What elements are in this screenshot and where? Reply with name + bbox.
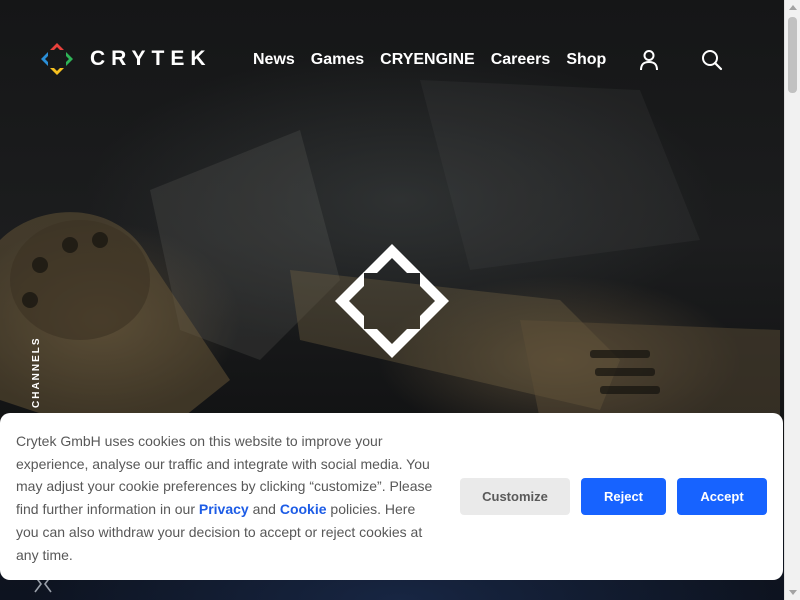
reject-button[interactable]: Reject [581,478,666,515]
privacy-link[interactable]: Privacy [199,501,249,517]
search-icon[interactable] [701,49,723,71]
nav-item-news[interactable]: News [253,50,295,70]
crytek-logo-icon [41,43,73,75]
scrollbar[interactable] [784,0,800,600]
scrollbar-thumb[interactable] [788,17,797,93]
scroll-down-arrow-icon[interactable] [789,590,797,595]
nav-item-careers[interactable]: Careers [491,50,551,70]
nav-item-games[interactable]: Games [311,50,364,70]
cookie-message: Crytek GmbH uses cookies on this website… [16,430,441,566]
main-nav: News Games CRYENGINE Careers Shop [253,50,606,70]
crytek-logo-link[interactable]: CRYTEK [40,42,212,76]
cookie-text-and: and [248,501,280,518]
channels-side-label: CHANNELS [31,336,47,418]
nav-item-cryengine[interactable]: CRYENGINE [380,50,475,70]
nav-item-shop[interactable]: Shop [566,50,606,70]
brand-name: CRYTEK [90,47,212,70]
scroll-up-arrow-icon[interactable] [789,5,797,10]
customize-button[interactable]: Customize [460,478,570,515]
cookie-banner: Crytek GmbH uses cookies on this website… [0,413,783,580]
channels-label: CHANNELS [31,336,42,408]
accept-button[interactable]: Accept [677,478,767,515]
user-icon[interactable] [638,49,660,71]
crytek-center-mark-icon [335,244,449,358]
cookie-policy-link[interactable]: Cookie [280,501,327,517]
